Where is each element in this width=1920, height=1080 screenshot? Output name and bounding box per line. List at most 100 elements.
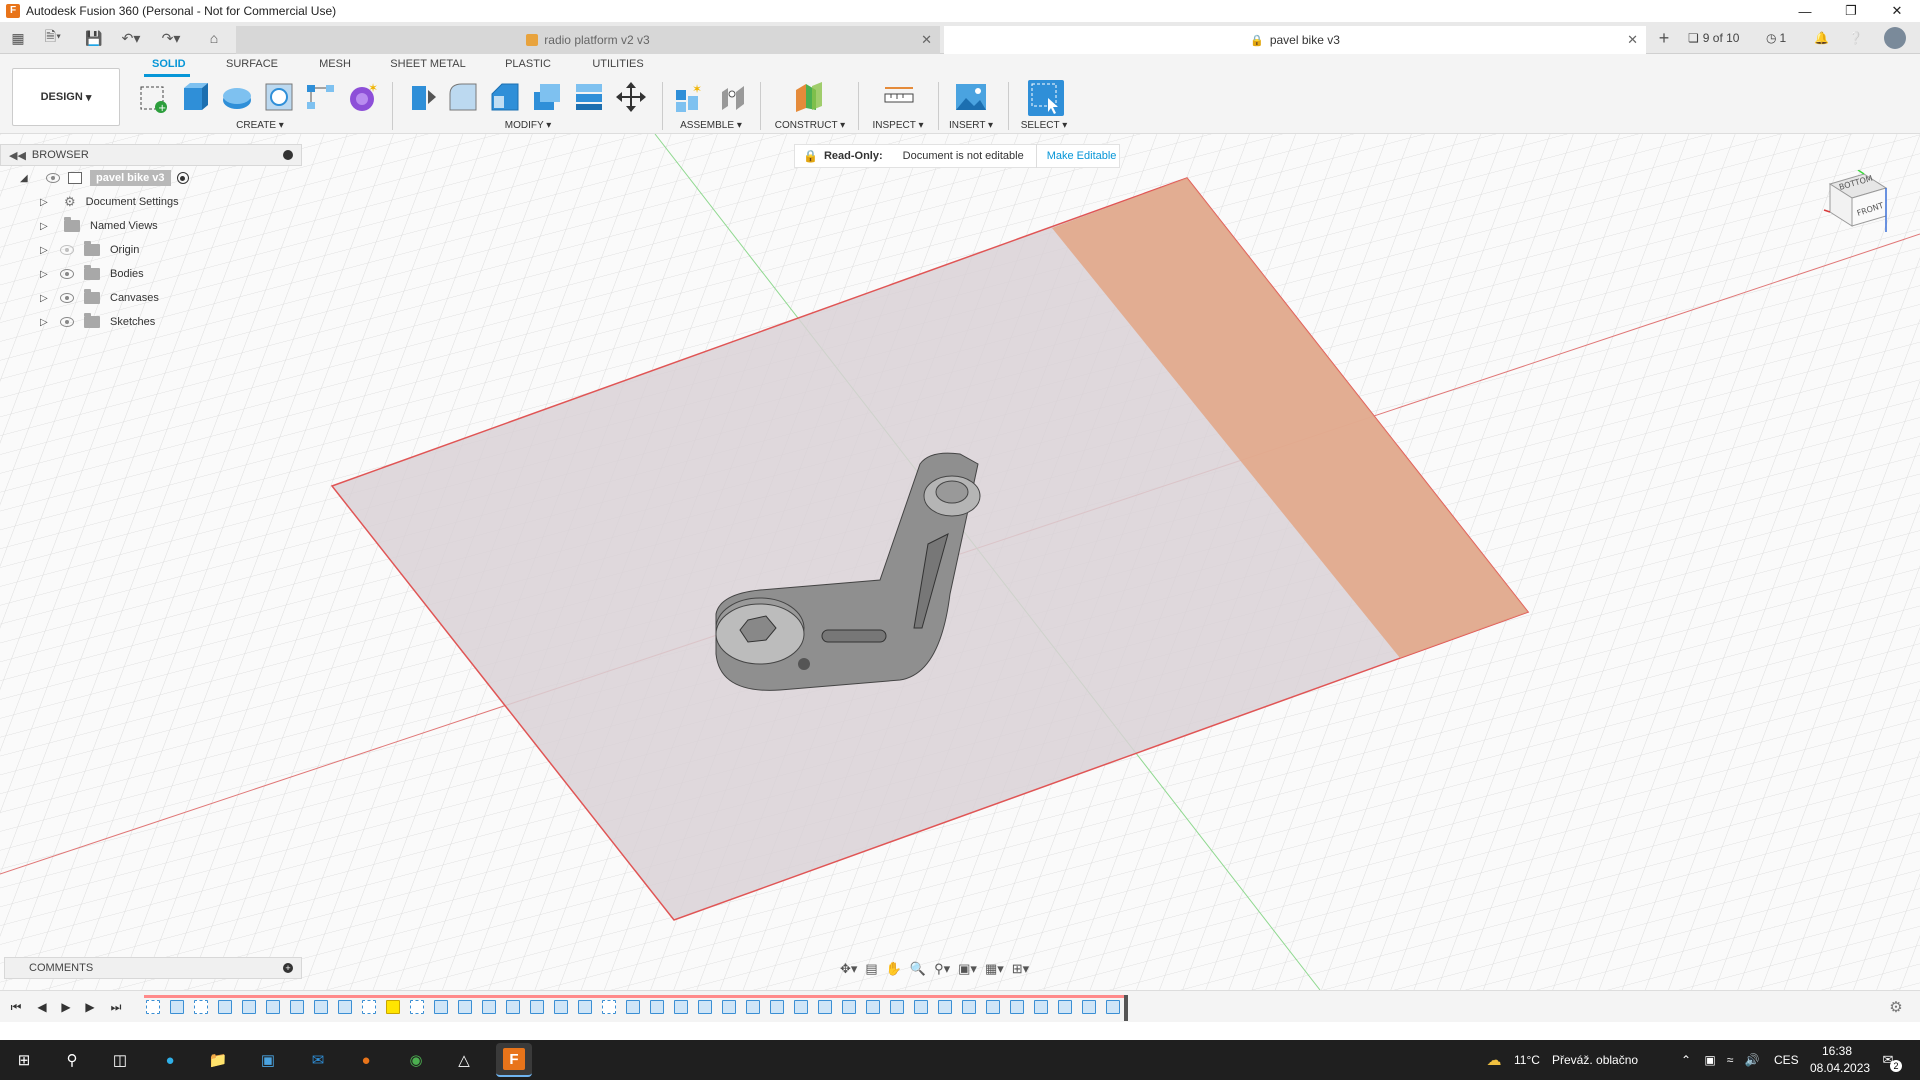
timeline-feature[interactable] — [194, 1000, 208, 1014]
move-copy-icon[interactable] — [614, 80, 648, 114]
timeline-feature[interactable] — [434, 1000, 448, 1014]
close-icon[interactable]: ✕ — [1874, 0, 1920, 22]
timeline-feature[interactable] — [218, 1000, 232, 1014]
firefox-icon[interactable]: ● — [352, 1046, 380, 1074]
timeline-feature[interactable] — [170, 1000, 184, 1014]
timeline-feature[interactable] — [1034, 1000, 1048, 1014]
timeline-feature[interactable] — [146, 1000, 160, 1014]
expand-arrow-icon[interactable]: ▷ — [40, 317, 50, 328]
microsoft-store-icon[interactable]: ▣ — [254, 1046, 282, 1074]
tab-utilities[interactable]: UTILITIES — [592, 58, 644, 70]
viewports-icon[interactable]: ⊞▾ — [1012, 961, 1029, 977]
visibility-eye-icon[interactable] — [60, 269, 74, 279]
measure-icon[interactable] — [882, 80, 916, 114]
timeline-feature[interactable] — [842, 1000, 856, 1014]
timeline-feature[interactable] — [914, 1000, 928, 1014]
construct-menu[interactable]: CONSTRUCT ▾ — [772, 120, 848, 131]
version-counter[interactable]: ❏ 9 of 10 — [1688, 28, 1739, 48]
new-component-icon[interactable]: ✶ — [672, 80, 706, 114]
extrude-icon[interactable] — [178, 80, 212, 114]
timeline-feature[interactable] — [794, 1000, 808, 1014]
look-at-icon[interactable]: ▤ — [865, 961, 877, 977]
timeline-feature[interactable] — [1010, 1000, 1024, 1014]
browser-root-item[interactable]: ◢ pavel bike v3 — [0, 166, 302, 190]
collapse-panel-icon[interactable]: ◀◀ — [9, 149, 26, 162]
fusion360-taskbar-icon[interactable]: F — [496, 1043, 532, 1077]
timeline-feature[interactable] — [410, 1000, 424, 1014]
timeline-settings-gear-icon[interactable]: ⚙ — [1888, 999, 1904, 1016]
orbit-icon[interactable]: ✥▾ — [840, 961, 857, 977]
fit-zoom-icon[interactable]: ⚲▾ — [934, 961, 950, 977]
display-settings-icon[interactable]: ▣▾ — [958, 961, 977, 977]
task-view-icon[interactable]: ◫ — [106, 1046, 134, 1074]
windows-start-icon[interactable]: ⊞ — [10, 1046, 38, 1074]
hidden-eye-icon[interactable] — [60, 245, 74, 255]
clock-time[interactable]: 16:38 — [1822, 1044, 1852, 1058]
tab-solid[interactable]: SOLID — [144, 58, 190, 77]
chrome-icon[interactable]: ◉ — [402, 1046, 430, 1074]
tab-plastic[interactable]: PLASTIC — [504, 58, 552, 70]
collapse-arrow-icon[interactable]: ◢ — [20, 173, 30, 184]
timeline-feature[interactable] — [554, 1000, 568, 1014]
close-tab-icon[interactable]: ✕ — [921, 32, 932, 48]
modify-menu[interactable]: MODIFY ▾ — [496, 120, 560, 131]
timeline-feature[interactable] — [458, 1000, 472, 1014]
visibility-eye-icon[interactable] — [60, 293, 74, 303]
home-icon[interactable]: ⌂ — [204, 28, 224, 48]
visibility-eye-icon[interactable] — [60, 317, 74, 327]
volume-icon[interactable]: 🔊 — [1738, 1046, 1766, 1074]
tab-surface[interactable]: SURFACE — [226, 58, 278, 70]
select-icon[interactable] — [1028, 80, 1064, 116]
clock-date[interactable]: 08.04.2023 — [1810, 1061, 1870, 1075]
timeline-marker[interactable] — [1124, 995, 1128, 1021]
close-tab-icon[interactable]: ✕ — [1627, 32, 1638, 48]
save-icon[interactable]: 💾 — [84, 28, 104, 48]
play-icon[interactable]: ▶ — [58, 999, 74, 1015]
fillet-icon[interactable] — [446, 80, 480, 114]
browser-item-canvases[interactable]: ▷ Canvases — [0, 286, 302, 310]
file-menu-icon[interactable]: 🗎▾ — [38, 28, 68, 48]
timeline-feature[interactable] — [290, 1000, 304, 1014]
pan-hand-icon[interactable]: ✋ — [886, 961, 902, 977]
expand-arrow-icon[interactable]: ▷ — [40, 221, 50, 232]
expand-arrow-icon[interactable]: ▷ — [40, 269, 50, 280]
step-back-icon[interactable]: ◀ — [34, 999, 50, 1015]
help-icon[interactable]: ❔ — [1848, 28, 1863, 48]
new-tab-plus-icon[interactable]: + — [1652, 28, 1676, 48]
hole-icon[interactable] — [262, 80, 296, 114]
timeline-feature[interactable] — [362, 1000, 376, 1014]
timeline-feature[interactable] — [338, 1000, 352, 1014]
restore-icon[interactable]: ❐ — [1828, 0, 1874, 22]
expand-arrow-icon[interactable]: ▷ — [40, 293, 50, 304]
browser-item-sketches[interactable]: ▷ Sketches — [0, 310, 302, 334]
timeline-feature[interactable] — [530, 1000, 544, 1014]
visibility-eye-icon[interactable] — [46, 173, 60, 183]
timeline-feature[interactable] — [890, 1000, 904, 1014]
jobs-status[interactable]: ◷ 1 — [1766, 28, 1786, 48]
redo-icon[interactable]: ↷▾ — [156, 28, 186, 48]
edge-browser-icon[interactable]: ● — [156, 1046, 184, 1074]
timeline-feature[interactable] — [506, 1000, 520, 1014]
timeline-feature[interactable] — [674, 1000, 688, 1014]
timeline-feature[interactable] — [1106, 1000, 1120, 1014]
combine-icon[interactable] — [572, 80, 606, 114]
timeline-feature[interactable] — [986, 1000, 1000, 1014]
activate-radio-icon[interactable] — [176, 172, 189, 184]
rectangular-pattern-icon[interactable] — [304, 80, 338, 114]
make-editable-link[interactable]: Make Editable — [1047, 150, 1117, 162]
input-language[interactable]: CES — [1774, 1053, 1799, 1067]
timeline-feature[interactable] — [746, 1000, 760, 1014]
notifications-center-icon[interactable]: ✉ 2 — [1874, 1046, 1902, 1074]
timeline-feature[interactable] — [266, 1000, 280, 1014]
data-panel-grid-icon[interactable]: ▦ — [8, 28, 28, 48]
view-cube[interactable]: BOTTOM FRONT — [1822, 169, 1892, 234]
browser-item-document-settings[interactable]: ▷ ⚙ Document Settings — [0, 190, 302, 214]
offset-plane-icon[interactable] — [792, 80, 826, 114]
timeline-feature[interactable] — [578, 1000, 592, 1014]
weather-cloud-icon[interactable]: ☁ — [1480, 1046, 1508, 1074]
timeline-feature[interactable] — [650, 1000, 664, 1014]
tab-sheet-metal[interactable]: SHEET METAL — [390, 58, 466, 70]
timeline-feature[interactable] — [962, 1000, 976, 1014]
timeline-feature[interactable] — [242, 1000, 256, 1014]
timeline-feature[interactable] — [482, 1000, 496, 1014]
